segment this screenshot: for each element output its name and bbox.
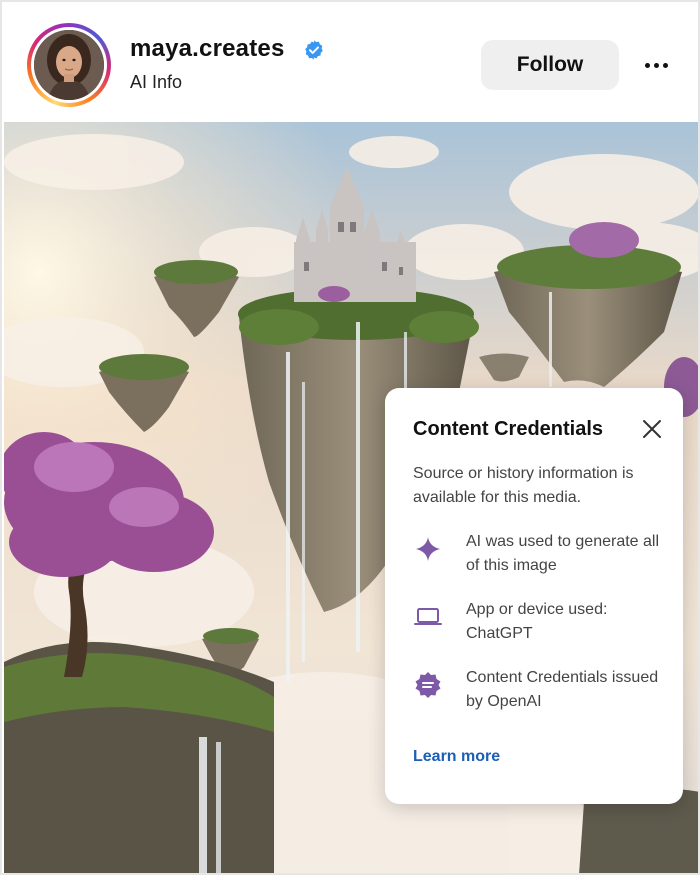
more-options-icon[interactable]	[638, 50, 674, 80]
content-credentials-popup: Content Credentials Source or history in…	[385, 388, 683, 804]
post-header: maya.creates AI Info Follow	[2, 2, 698, 122]
avatar-image	[34, 30, 104, 100]
sparkle-icon	[416, 537, 440, 561]
credential-item-text: App or device used: ChatGPT	[466, 601, 608, 642]
credential-item-text: AI was used to generate all of this imag…	[466, 533, 660, 574]
credential-item-issuer: Content Credentials issued by OpenAI	[413, 666, 663, 718]
credential-badge-icon	[415, 672, 441, 698]
learn-more-link[interactable]: Learn more	[413, 748, 500, 766]
avatar[interactable]	[34, 30, 104, 100]
close-icon[interactable]	[639, 416, 665, 442]
ai-info-label[interactable]: AI Info	[130, 72, 182, 93]
verified-badge-icon	[305, 40, 323, 60]
follow-button[interactable]: Follow	[481, 40, 619, 90]
laptop-icon	[414, 608, 442, 625]
username[interactable]: maya.creates	[130, 35, 285, 63]
story-ring[interactable]	[27, 23, 111, 107]
credential-item-text: Content Credentials issued by OpenAI	[466, 669, 659, 710]
credential-item-ai-generated: AI was used to generate all of this imag…	[413, 530, 663, 582]
post-card: maya.creates AI Info Follow Content Cred…	[0, 0, 700, 875]
popup-title: Content Credentials	[413, 418, 604, 440]
credential-item-app: App or device used: ChatGPT	[413, 598, 663, 650]
popup-description: Source or history information is availab…	[413, 465, 634, 506]
